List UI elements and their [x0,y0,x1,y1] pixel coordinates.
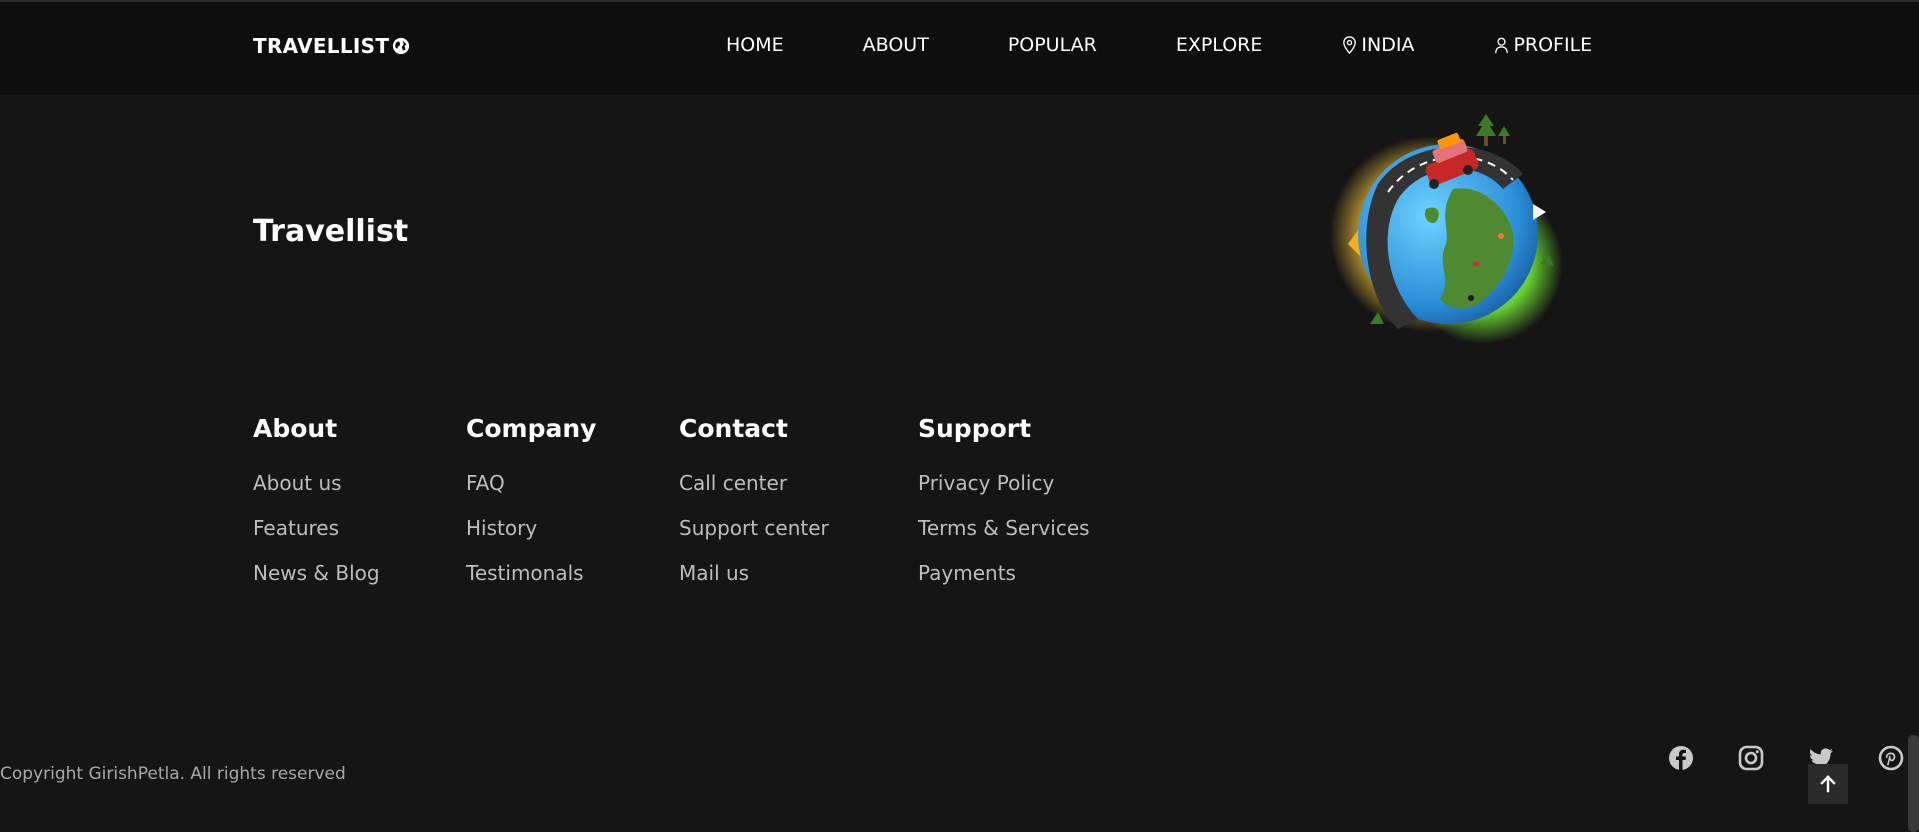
pinterest-link[interactable] [1877,744,1905,772]
location-pin-icon [1343,35,1357,54]
footer-link-faq[interactable]: FAQ [466,471,596,516]
main-nav: HOME ABOUT POPULAR EXPLORE INDIA PROFILE [726,34,1592,56]
footer-link-history[interactable]: History [466,516,596,561]
footer-column-contact: Contact Call center Support center Mail … [679,414,829,606]
nav-explore[interactable]: EXPLORE [1176,34,1263,56]
brand-logo[interactable]: TRAVELLIST [253,34,410,58]
nav-popular[interactable]: POPULAR [1008,34,1097,56]
scroll-to-top-button[interactable] [1808,764,1848,804]
nav-about-label: ABOUT [862,34,929,56]
footer-link-call-center[interactable]: Call center [679,471,829,516]
footer-heading-about: About [253,414,338,443]
footer-link-support-center[interactable]: Support center [679,516,829,561]
nav-location-label: INDIA [1361,34,1415,56]
top-navbar: TRAVELLIST HOME ABOUT POPULAR EXPLORE IN… [0,0,1919,95]
site-title: Travellist [253,214,409,249]
facebook-icon [1669,746,1693,770]
brand-name: TRAVELLIST [253,34,390,58]
nav-profile-label: PROFILE [1513,34,1593,56]
footer-link-features[interactable]: Features [253,516,380,561]
nav-home[interactable]: HOME [726,34,784,56]
facebook-link[interactable] [1667,744,1695,772]
globe-car-illustration [1330,114,1563,344]
nav-about[interactable]: ABOUT [863,34,929,56]
user-icon [1495,37,1509,53]
footer-link-mail-us[interactable]: Mail us [679,561,829,606]
footer-column-about: About About us Features News & Blog [253,414,380,606]
footer-heading-contact: Contact [679,414,788,443]
footer-link-privacy-policy[interactable]: Privacy Policy [918,471,1090,516]
nav-profile[interactable]: PROFILE [1493,34,1592,56]
arrow-up-icon [1820,775,1836,793]
nav-location[interactable]: INDIA [1341,34,1414,56]
instagram-icon [1738,745,1764,771]
footer-column-company: Company FAQ History Testimonals [466,414,596,606]
instagram-link[interactable] [1737,744,1765,772]
nav-popular-label: POPULAR [1007,34,1097,56]
pinterest-icon [1878,745,1904,771]
footer-column-support: Support Privacy Policy Terms & Services … [918,414,1090,606]
footer-heading-company: Company [466,414,597,443]
nav-explore-label: EXPLORE [1175,34,1263,56]
footer-link-payments[interactable]: Payments [918,561,1090,606]
footer-link-news-blog[interactable]: News & Blog [253,561,380,606]
social-links [1667,744,1905,772]
footer-heading-support: Support [918,414,1032,443]
copyright-text: Copyright GirishPetla. All rights reserv… [0,764,346,784]
footer-link-testimonials[interactable]: Testimonals [466,561,596,606]
globe-icon [393,37,410,55]
page-scrollbar[interactable] [1908,735,1919,832]
footer-link-terms-services[interactable]: Terms & Services [918,516,1090,561]
footer-link-about-us[interactable]: About us [253,471,380,516]
nav-home-label: HOME [726,34,784,56]
